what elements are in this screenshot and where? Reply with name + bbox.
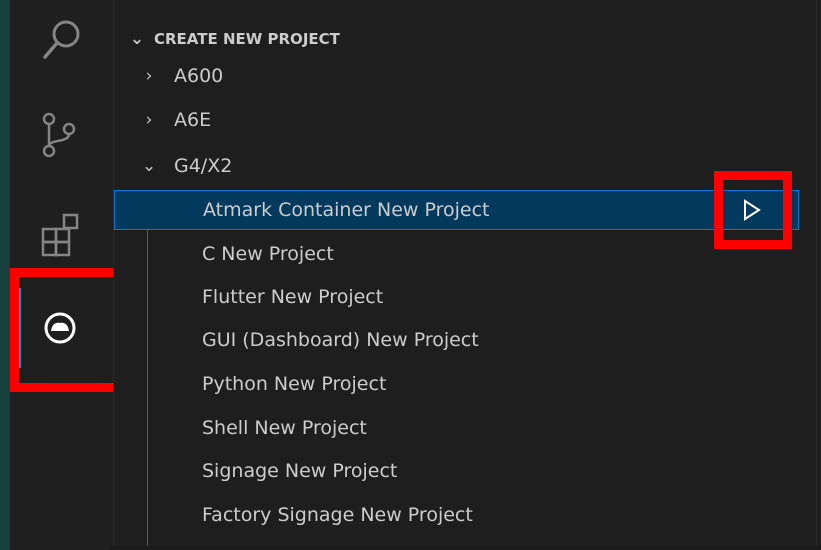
tree-item-label: Factory Signage New Project xyxy=(202,504,473,526)
tree-group-label: A600 xyxy=(174,65,224,87)
tree-item-factory-signage[interactable]: Factory Signage New Project xyxy=(114,495,799,535)
tree-item-flutter[interactable]: Flutter New Project xyxy=(114,277,799,317)
activity-search[interactable] xyxy=(10,10,109,72)
tree-group-a600[interactable]: › A600 xyxy=(114,56,799,96)
section-header[interactable]: ⌄ CREATE NEW PROJECT xyxy=(114,22,818,56)
vscode-window: ⌄ CREATE NEW PROJECT › A600 › A6E ⌄ G4/X… xyxy=(0,0,821,550)
tree-group-g4x2[interactable]: ⌄ G4/X2 xyxy=(114,146,799,186)
tree-item-atmark-container[interactable]: Atmark Container New Project xyxy=(114,190,799,230)
activity-source-control[interactable] xyxy=(10,104,109,166)
tree-group-label: A6E xyxy=(174,109,212,131)
chevron-right-icon: › xyxy=(145,110,153,130)
search-icon xyxy=(42,20,79,59)
tree-item-c[interactable]: C New Project xyxy=(114,234,799,274)
tree-item-signage[interactable]: Signage New Project xyxy=(114,451,799,491)
highlight-run-annotation xyxy=(714,171,792,249)
chevron-down-icon: ⌄ xyxy=(129,29,145,49)
tree-item-label: Shell New Project xyxy=(202,417,367,439)
tree-item-label: GUI (Dashboard) New Project xyxy=(202,329,479,351)
tree-group-label: G4/X2 xyxy=(174,155,233,177)
chevron-right-icon: › xyxy=(145,66,153,86)
tree-item-shell[interactable]: Shell New Project xyxy=(114,408,799,448)
window-bottom-edge xyxy=(109,546,821,550)
chevron-down-icon: ⌄ xyxy=(141,156,157,176)
extensions-icon xyxy=(41,213,78,257)
tree-item-label: C New Project xyxy=(202,243,334,265)
tree-item-label: Python New Project xyxy=(202,373,387,395)
section-title: CREATE NEW PROJECT xyxy=(154,30,340,48)
tree-item-python[interactable]: Python New Project xyxy=(114,364,799,404)
tree-item-label: Atmark Container New Project xyxy=(203,199,490,221)
sidebar-border xyxy=(816,0,817,550)
tree-item-gui-dashboard[interactable]: GUI (Dashboard) New Project xyxy=(114,320,799,360)
tree-item-label: Flutter New Project xyxy=(202,286,384,308)
tree-group-a6e[interactable]: › A6E xyxy=(114,100,799,140)
tree-item-label: Signage New Project xyxy=(202,460,398,482)
source-control-icon xyxy=(42,112,75,158)
activity-extensions[interactable] xyxy=(10,200,109,268)
window-edge xyxy=(0,0,10,550)
sidebar: ⌄ CREATE NEW PROJECT › A600 › A6E ⌄ G4/X… xyxy=(113,0,818,550)
